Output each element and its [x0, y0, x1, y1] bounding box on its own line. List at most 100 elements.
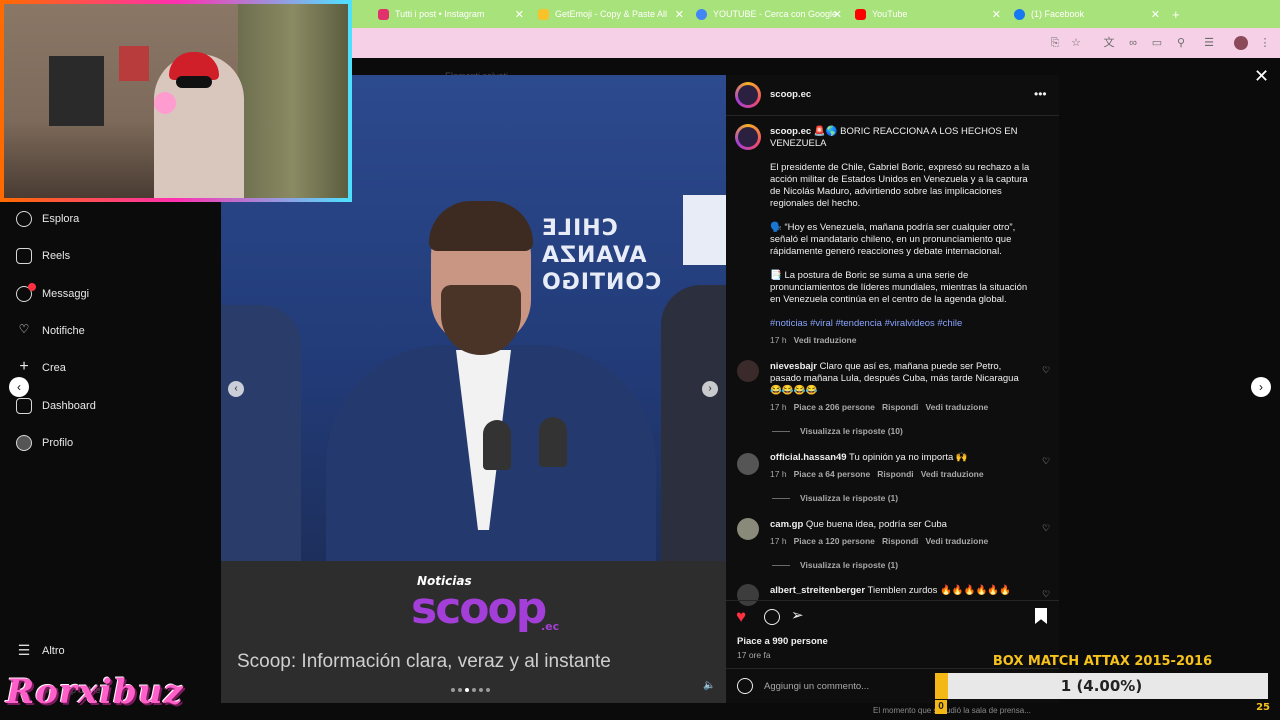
comment-like-icon[interactable]: ♡	[1042, 589, 1050, 600]
microphone-cover	[154, 92, 176, 114]
close-icon[interactable]: ✕	[1254, 66, 1269, 87]
address-bar[interactable]	[350, 31, 1100, 55]
see-translation-link[interactable]: Vedi traduzione	[794, 335, 857, 345]
instagram-icon	[378, 8, 389, 20]
comment-username[interactable]: cam.gp	[770, 519, 803, 530]
box-match-overlay: BOX MATCH ATTAX 2015-2016 1 (4.00%) 0 25	[935, 652, 1270, 720]
comment-likes[interactable]: Piace a 206 persone	[794, 402, 875, 412]
see-translation-link[interactable]: Vedi traduzione	[921, 469, 984, 479]
tab-label: Tutti i post • Instagram	[395, 9, 485, 19]
tab-label: (1) Facebook	[1031, 9, 1085, 19]
browser-tab-bar: Tutti i post • Instagram ✕ GetEmoji - Co…	[350, 0, 1280, 28]
link-icon[interactable]: ∞	[1126, 36, 1140, 50]
audio-icon[interactable]: 🔈	[703, 680, 715, 691]
overlay-title: BOX MATCH ATTAX 2015-2016	[992, 654, 1213, 669]
comment-meta: 17 h Piace a 206 persone Rispondi Vedi t…	[770, 401, 988, 413]
compass-icon	[16, 211, 32, 227]
author-avatar[interactable]	[735, 82, 761, 108]
carousel-next-button[interactable]: ›	[702, 381, 718, 397]
reply-link[interactable]: Rispondi	[882, 402, 918, 412]
profile-avatar-icon[interactable]	[1234, 36, 1248, 50]
close-icon[interactable]: ✕	[833, 8, 842, 21]
tab-facebook[interactable]: (1) Facebook ✕	[1014, 4, 1164, 24]
comment-body: albert_streitenberger Tiemblen zurdos 🔥🔥…	[770, 585, 1030, 597]
comment-like-icon[interactable]: ♡	[1042, 365, 1050, 376]
prev-post-button[interactable]: ‹	[9, 377, 29, 397]
liked-heart-icon[interactable]: ♥	[736, 607, 746, 627]
next-post-button[interactable]: ›	[1251, 377, 1271, 397]
carousel-dot	[479, 688, 483, 692]
comment-body: nievesbajr Claro que así es, mañana pued…	[770, 361, 1030, 397]
tab-youtube[interactable]: YouTube ✕	[855, 4, 1005, 24]
reply-link[interactable]: Rispondi	[882, 536, 918, 546]
commenter-avatar[interactable]	[737, 360, 759, 382]
close-icon[interactable]: ✕	[515, 8, 524, 21]
view-replies-link[interactable]: Visualizza le risposte (1)	[800, 492, 898, 504]
progress-target-label: 25	[1256, 702, 1270, 713]
reply-link[interactable]: Rispondi	[877, 469, 913, 479]
browser-toolbar: ⎘ ☆ 文 ∞ ▭ ⚲ ☰ ⋮	[350, 28, 1280, 58]
caption-username[interactable]: scoop.ec	[770, 126, 811, 137]
comment-icon[interactable]	[764, 609, 780, 625]
comment-input[interactable]: Aggiungi un commento...	[764, 681, 869, 693]
sidebar-item-crea[interactable]: + Crea	[16, 357, 66, 379]
vpn-icon[interactable]: ☰	[1202, 36, 1216, 50]
new-tab-button[interactable]: +	[1172, 4, 1192, 24]
scoop-logo-suffix: .ec	[541, 620, 560, 633]
extensions-icon[interactable]: ⚲	[1174, 36, 1188, 50]
view-replies-link[interactable]: Visualizza le risposte (10)	[800, 425, 903, 437]
sign-line: AVANZA	[541, 243, 647, 268]
close-icon[interactable]: ✕	[992, 8, 1001, 21]
sidebar-item-reels[interactable]: Reels	[16, 245, 70, 267]
close-icon[interactable]: ✕	[675, 8, 684, 21]
wall-shelf	[119, 46, 149, 81]
comment-like-icon[interactable]: ♡	[1042, 456, 1050, 467]
bookmark-star-icon[interactable]: ☆	[1069, 36, 1083, 50]
carousel-dot	[458, 688, 462, 692]
comment-like-icon[interactable]: ♡	[1042, 523, 1050, 534]
hashtags[interactable]: #noticias #viral #tendencia #viralvideos…	[770, 318, 1040, 330]
sidebar-item-notifiche[interactable]: ♡ Notifiche	[16, 320, 85, 342]
sidebar-item-messaggi[interactable]: Messaggi	[16, 283, 89, 305]
see-translation-link[interactable]: Vedi traduzione	[925, 402, 988, 412]
save-bookmark-icon[interactable]	[1035, 608, 1047, 624]
comment-body: cam.gp Que buena idea, podría ser Cuba	[770, 519, 1030, 531]
translate-icon[interactable]: 文	[1102, 36, 1116, 50]
emoji-picker-icon[interactable]	[737, 678, 753, 694]
comment-username[interactable]: official.hassan49	[770, 452, 847, 463]
see-translation-link[interactable]: Vedi traduzione	[925, 536, 988, 546]
install-icon[interactable]: ⎘	[1048, 36, 1062, 50]
more-options-icon[interactable]: •••	[1034, 88, 1047, 100]
sidebar-item-esplora[interactable]: Esplora	[16, 208, 79, 230]
comment-body: official.hassan49 Tu opinión ya no impor…	[770, 452, 1030, 464]
commenter-avatar[interactable]	[737, 453, 759, 475]
sidebar-item-dashboard[interactable]: Dashboard	[16, 395, 96, 417]
backdrop-panel	[683, 195, 726, 265]
likes-count[interactable]: Piace a 990 persone	[737, 636, 828, 648]
tab-google-search[interactable]: YOUTUBE - Cerca con Google ✕	[696, 4, 846, 24]
comment-username[interactable]: nievesbajr	[770, 361, 817, 372]
tab-instagram[interactable]: Tutti i post • Instagram ✕	[378, 4, 528, 24]
caption-meta: 17 h Vedi traduzione	[770, 334, 856, 346]
share-icon[interactable]: ➢	[791, 606, 804, 624]
author-username[interactable]: scoop.ec	[770, 89, 811, 101]
close-icon[interactable]: ✕	[1151, 8, 1160, 21]
commenter-avatar[interactable]	[737, 518, 759, 540]
caption-avatar[interactable]	[735, 124, 761, 150]
comment-username[interactable]: albert_streitenberger	[770, 585, 865, 596]
comment-likes[interactable]: Piace a 120 persone	[794, 536, 875, 546]
carousel-prev-button[interactable]: ‹	[228, 381, 244, 397]
comment-likes[interactable]: Piace a 64 persone	[794, 469, 871, 479]
commenter-avatar[interactable]	[737, 584, 759, 606]
sidebar-item-altro[interactable]: ☰ Altro	[16, 640, 65, 662]
facebook-icon	[1014, 8, 1025, 20]
sidebar-item-profilo[interactable]: Profilo	[16, 432, 73, 454]
reader-icon[interactable]: ▭	[1150, 36, 1164, 50]
tab-getemoji[interactable]: GetEmoji - Copy & Paste All ✕	[538, 4, 688, 24]
profile-icon	[16, 435, 32, 451]
sidebar-item-label: Crea	[42, 362, 66, 374]
carousel-dot	[472, 688, 476, 692]
more-vertical-icon[interactable]: ⋮	[1258, 36, 1272, 50]
webcam-overlay	[0, 0, 352, 202]
view-replies-link[interactable]: Visualizza le risposte (1)	[800, 559, 898, 571]
